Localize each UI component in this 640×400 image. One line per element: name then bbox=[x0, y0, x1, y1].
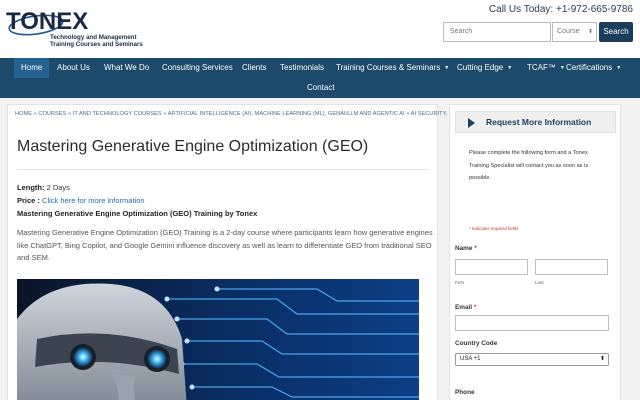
phone-label: Phone bbox=[455, 389, 475, 396]
last-label: Last bbox=[535, 280, 544, 285]
nav-testimonials[interactable]: Testimonials bbox=[280, 58, 324, 78]
email-label: Email * bbox=[455, 304, 476, 311]
email-field[interactable] bbox=[455, 315, 609, 331]
nav-label: Testimonials bbox=[280, 63, 325, 72]
required-note: * Indicates required fields bbox=[469, 226, 519, 231]
country-code-value: USA +1 bbox=[460, 356, 481, 362]
caret-down-icon: ▼ bbox=[507, 65, 513, 71]
course-hero-image bbox=[17, 279, 419, 400]
nav-label: About Us bbox=[57, 63, 90, 72]
required-star: * bbox=[474, 245, 477, 252]
required-star: * bbox=[473, 304, 477, 311]
nav-label: Consulting Services bbox=[162, 63, 233, 72]
subtitle-text: Mastering Generative Engine Optimization… bbox=[17, 209, 258, 218]
chevron-down-icon: ⬍ bbox=[599, 356, 605, 362]
tonex-logo[interactable]: TONEX Technology and Management Training… bbox=[6, 8, 146, 50]
phone-number[interactable]: Call Us Today: +1-972-665-9786 bbox=[489, 4, 633, 15]
nav-about-us[interactable]: About Us bbox=[57, 58, 90, 78]
caret-down-icon: ▼ bbox=[616, 65, 622, 71]
nav-label: Cutting Edge bbox=[457, 63, 504, 73]
course-subtitle: Mastering Generative Engine Optimization… bbox=[17, 209, 257, 218]
divider bbox=[17, 169, 429, 170]
caret-down-icon: ▼ bbox=[444, 65, 450, 71]
nav-tcaf[interactable]: TCAF™ ▼ bbox=[527, 58, 565, 78]
first-label: First bbox=[455, 280, 464, 285]
page-title: Mastering Generative Engine Optimization… bbox=[17, 138, 369, 155]
nav-certifications[interactable]: Certifications ▼ bbox=[566, 58, 621, 78]
logo-tagline-1: Technology and Management bbox=[50, 34, 137, 41]
country-code-label: Country Code bbox=[455, 340, 498, 347]
nav-consulting-services[interactable]: Consulting Services bbox=[162, 58, 233, 78]
search-button[interactable]: Search bbox=[599, 22, 633, 42]
request-info-title: Request More Information bbox=[486, 117, 592, 127]
name-label-text: Name bbox=[455, 245, 473, 252]
request-info-header: Request More Information bbox=[455, 111, 616, 133]
course-length: Length: 2 Days bbox=[17, 183, 70, 192]
last-name-field[interactable] bbox=[535, 259, 608, 275]
nav-label: What We Do bbox=[104, 63, 150, 72]
name-label: Name * bbox=[455, 245, 477, 252]
nav-home-label: Home bbox=[21, 63, 43, 72]
course-main-panel: HOME » COURSES » IT AND TECHNOLOGY COURS… bbox=[7, 104, 447, 400]
nav-label: Certifications bbox=[566, 63, 613, 73]
breadcrumb[interactable]: HOME » COURSES » IT AND TECHNOLOGY COURS… bbox=[15, 111, 447, 117]
course-description: Mastering Generative Engine Optimization… bbox=[17, 228, 433, 262]
main-navigation: Home About Us What We Do Consulting Serv… bbox=[0, 58, 640, 98]
logo-tagline-2: Training Courses and Seminars bbox=[50, 41, 143, 48]
nav-label: TCAF™ bbox=[527, 63, 556, 73]
caret-down-icon: ▼ bbox=[559, 65, 565, 71]
caret-right-icon bbox=[468, 118, 475, 128]
course-price: Price : Click here for more information bbox=[17, 196, 145, 205]
nav-training-courses[interactable]: Training Courses & Seminars ▼ bbox=[336, 58, 449, 78]
site-header: TONEX Technology and Management Training… bbox=[0, 0, 640, 58]
form-intro: Please complete the following form and a… bbox=[469, 150, 589, 181]
nav-home[interactable]: Home bbox=[14, 58, 50, 78]
search-input[interactable]: Search bbox=[443, 22, 551, 42]
nav-what-we-do[interactable]: What We Do bbox=[104, 58, 149, 78]
logo-wordmark: TONEX bbox=[6, 8, 89, 35]
nav-label: Training Courses & Seminars bbox=[336, 63, 441, 73]
email-label-text: Email bbox=[455, 304, 473, 311]
first-name-field[interactable] bbox=[455, 259, 528, 275]
nav-label: Contact bbox=[307, 83, 335, 92]
course-select-value: Course bbox=[557, 28, 580, 35]
nav-cutting-edge[interactable]: Cutting Edge ▼ bbox=[457, 58, 512, 78]
course-select[interactable]: Course ⬍ bbox=[552, 22, 597, 42]
length-label: Length: bbox=[17, 183, 45, 192]
chevron-down-icon: ⬍ bbox=[587, 29, 593, 35]
country-code-select[interactable]: USA +1 ⬍ bbox=[455, 353, 609, 366]
request-info-sidebar: Request More Information Please complete… bbox=[449, 104, 621, 400]
price-label: Price : bbox=[17, 196, 40, 205]
nav-clients[interactable]: Clients bbox=[242, 58, 266, 78]
nav-label: Clients bbox=[242, 63, 267, 72]
length-value: 2 Days bbox=[46, 183, 70, 192]
robot-circuit-illustration bbox=[17, 279, 419, 400]
nav-contact[interactable]: Contact bbox=[307, 78, 335, 98]
price-link[interactable]: Click here for more information bbox=[42, 196, 145, 205]
